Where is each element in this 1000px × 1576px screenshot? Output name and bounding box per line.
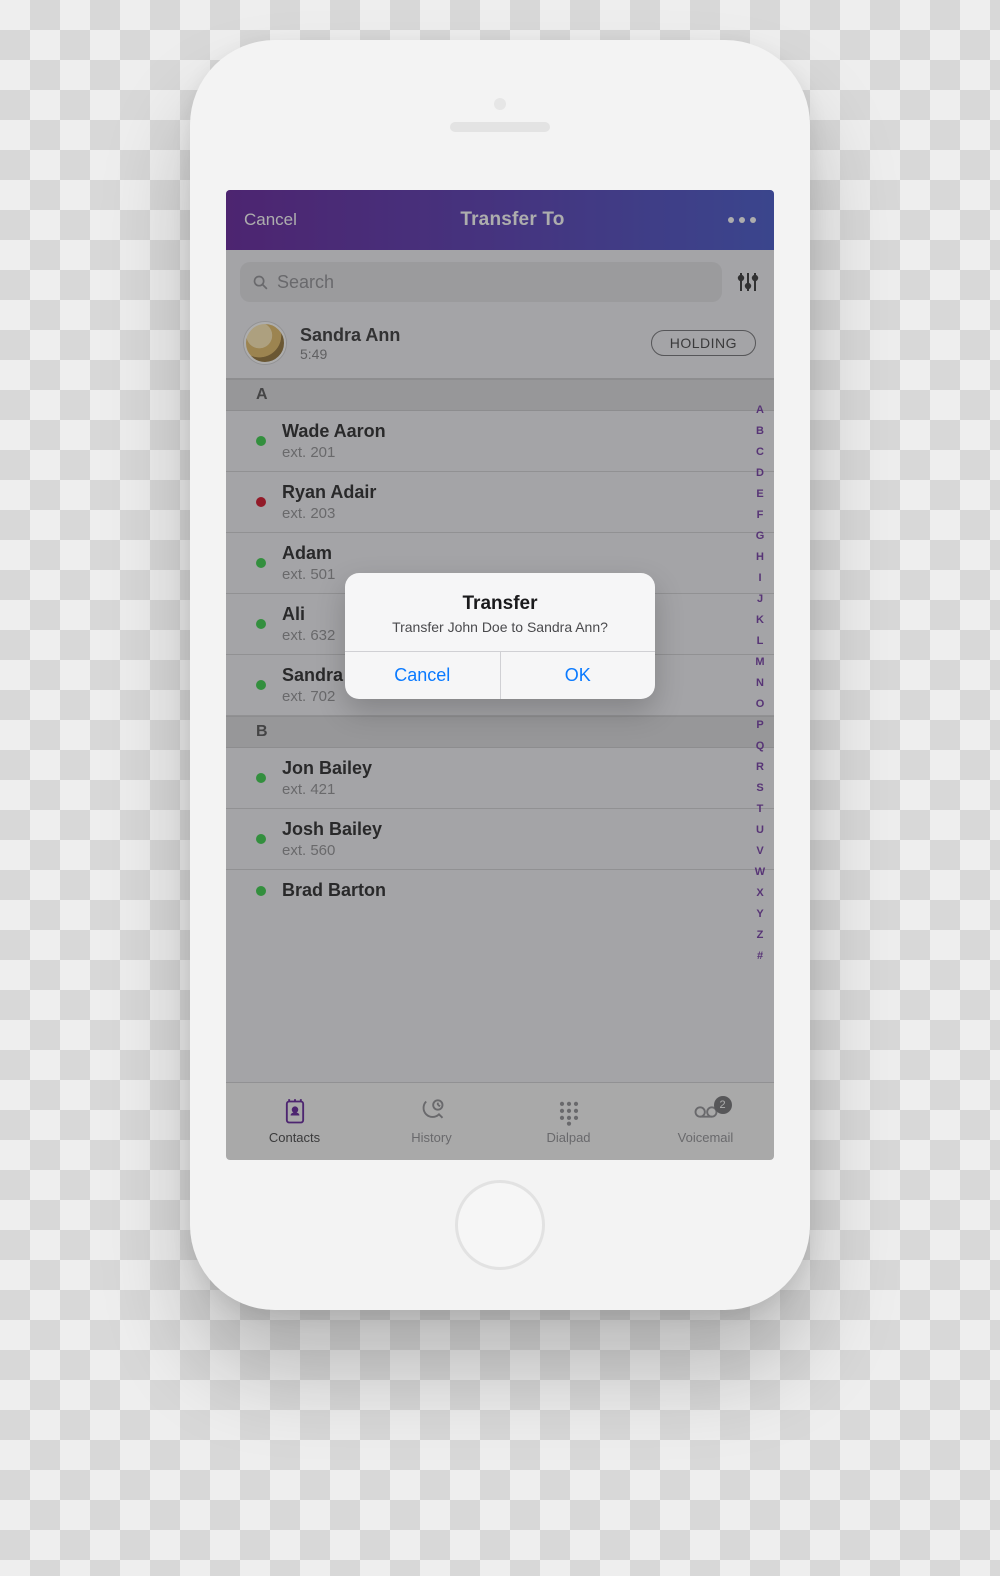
dialog-title: Transfer (363, 593, 637, 615)
transfer-dialog: Transfer Transfer John Doe to Sandra Ann… (345, 573, 655, 699)
screen: Cancel Transfer To Search (226, 190, 774, 1160)
dialog-message: Transfer John Doe to Sandra Ann? (363, 619, 637, 635)
dialog-cancel-button[interactable]: Cancel (345, 652, 501, 699)
dialog-ok-button[interactable]: OK (501, 652, 656, 699)
phone-frame: Cancel Transfer To Search (190, 40, 810, 1310)
home-button[interactable] (455, 1180, 545, 1270)
